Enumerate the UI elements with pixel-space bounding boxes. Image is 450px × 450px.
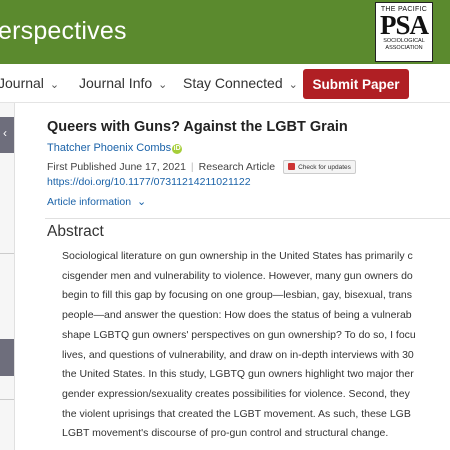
- author-name: Thatcher Phoenix Combs: [47, 142, 172, 154]
- journal-title[interactable]: erspectives: [0, 17, 127, 46]
- journal-nav: Journal ⌄ Journal Info ⌄ Stay Connected ⌄ S…: [0, 64, 450, 103]
- psa-logo[interactable]: THE PACIFIC PSA SOCIOLOGICAL ASSOCIATION: [375, 2, 433, 62]
- check-for-updates-button[interactable]: Check for updates: [283, 160, 356, 174]
- sidebar-tab[interactable]: ‹: [0, 117, 14, 153]
- abstract-line: begin to fill this gap by focusing on on…: [62, 289, 413, 302]
- abstract-line: cisgender men and vulnerability to viole…: [62, 269, 413, 282]
- abstract-line: people—and answer the question: How does…: [62, 309, 412, 322]
- doi-link[interactable]: https://doi.org/10.1177/0731121421102112…: [47, 176, 251, 188]
- orcid-icon[interactable]: iD: [172, 144, 183, 154]
- article-title: Queers with Guns? Against the LGBT Grain: [47, 119, 348, 135]
- psa-logo-letters: PSA: [379, 10, 429, 40]
- abstract-line: gender expression/sexuality creates poss…: [62, 387, 410, 400]
- submit-paper-button[interactable]: Submit Paper: [303, 69, 409, 99]
- nav-journal-info-label: Journal Info: [79, 75, 153, 91]
- abstract-line: the violent uprisings that created the L…: [62, 407, 411, 420]
- section-divider: [45, 218, 450, 219]
- first-published: First Published June 17, 2021: [47, 161, 186, 173]
- abstract-line: shape LGBTQ gun owners' perspectives on …: [62, 328, 416, 341]
- psa-logo-bottom-text-2: ASSOCIATION: [385, 45, 423, 51]
- nav-journal-info[interactable]: Journal Info ⌄: [79, 75, 167, 91]
- article-meta: First Published June 17, 2021 | Research A…: [47, 160, 356, 174]
- nav-stay-connected[interactable]: Stay Connected ⌄: [183, 75, 298, 91]
- chevron-down-icon: ⌄: [288, 79, 298, 91]
- check-for-updates-label: Check for updates: [298, 164, 351, 171]
- article-information-label: Article information: [47, 196, 132, 208]
- nav-journal[interactable]: Journal ⌄: [0, 75, 59, 91]
- abstract-line: the United States. In this study, LGBTQ …: [62, 368, 414, 381]
- nav-journal-label: Journal: [0, 75, 44, 91]
- chevron-down-icon: ⌄: [137, 196, 147, 208]
- crossmark-icon: [288, 163, 296, 170]
- chevron-left-icon: ‹: [3, 126, 7, 140]
- abstract-line: Sociological literature on gun ownership…: [62, 250, 413, 262]
- meta-separator: |: [190, 161, 194, 173]
- chevron-down-icon: ⌄: [49, 79, 60, 91]
- abstract-text: Sociological literature on gun ownership…: [62, 247, 450, 444]
- abstract-heading: Abstract: [47, 223, 104, 240]
- chevron-down-icon: ⌄: [158, 79, 168, 91]
- article-information-toggle[interactable]: Article information ⌄: [47, 195, 146, 208]
- sidebar-tab-active[interactable]: [0, 339, 14, 376]
- author[interactable]: Thatcher Phoenix Combs iD: [47, 142, 183, 154]
- abstract-line: lives, and questions of vulnerability, a…: [62, 348, 414, 361]
- abstract-line: LGBT movement's discourse of pro-gun con…: [62, 427, 389, 440]
- sidebar-divider: [0, 253, 14, 254]
- article-type: Research Article: [198, 161, 276, 173]
- nav-stay-connected-label: Stay Connected: [183, 75, 283, 91]
- psa-logo-bottom-text-1: SOCIOLOGICAL: [383, 38, 425, 44]
- journal-banner: erspectives THE PACIFIC PSA SOCIOLOGICAL…: [0, 0, 450, 64]
- sidebar-divider: [0, 399, 14, 400]
- article-sidebar: ‹: [0, 103, 15, 450]
